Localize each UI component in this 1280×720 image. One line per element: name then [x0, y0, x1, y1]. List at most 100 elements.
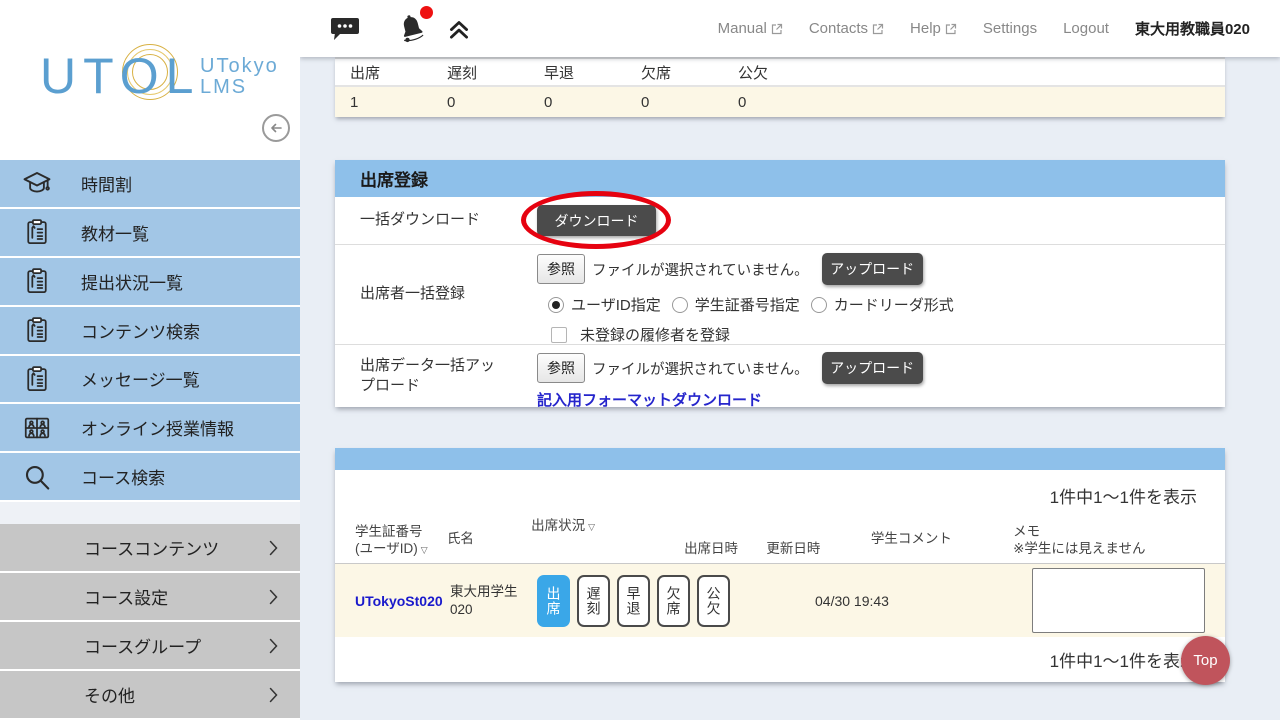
user-name: 東大用教職員020: [1134, 21, 1250, 38]
table-footer: 1件中1〜1件を表示: [335, 637, 1225, 682]
external-link-icon: [945, 23, 956, 34]
online-class-icon: [21, 412, 53, 444]
contacts-link[interactable]: Contacts: [809, 20, 884, 37]
radio-icon: [810, 296, 827, 313]
messages-icon[interactable]: [330, 16, 360, 42]
section-title: 出席登録: [335, 160, 1225, 197]
student-attendance-table: 1件中1〜1件を表示 学生証番号 (ユーザID) ▽ 氏名 出席状況 ▽ 出席日時 …: [335, 448, 1225, 682]
student-name: 東大用学生020: [450, 583, 518, 617]
summary-value: 0: [544, 93, 553, 111]
summary-value-row: 1 0 0 0 0: [335, 87, 1225, 117]
sidebar: UTOL UTokyo LMS 時間割 教材一覧 提出状況一覧 コンテンツ検索 …: [0, 0, 300, 720]
logout-link-label: Logout: [1063, 20, 1109, 37]
chevron-right-icon: [269, 638, 278, 654]
manual-link[interactable]: Manual: [718, 20, 783, 37]
summary-value: 1: [350, 93, 359, 111]
scroll-to-top-button[interactable]: Top: [1181, 636, 1230, 685]
radio-user-id[interactable]: ユーザID指定: [548, 294, 661, 315]
help-link-label: Help: [910, 20, 941, 37]
sidebar-item-course-search[interactable]: コース検索: [0, 453, 300, 503]
sidebar-collapse-button[interactable]: [262, 114, 290, 142]
sidebar-item-online-class-info[interactable]: オンライン授業情報: [0, 404, 300, 454]
column-header-update-time: 更新日時: [766, 541, 821, 557]
topbar: Manual Contacts Help Settings Logout 東大用…: [300, 0, 1280, 57]
upload-button[interactable]: アップロード: [821, 352, 923, 384]
collapse-topbar-icon[interactable]: [446, 16, 472, 42]
upload-button[interactable]: アップロード: [821, 253, 923, 285]
column-header-memo: メモ ※学生には見えません: [1013, 523, 1146, 557]
browse-file-button[interactable]: 参照: [537, 353, 585, 383]
logout-link[interactable]: Logout: [1063, 20, 1109, 37]
result-count: 1件中1〜1件を表示: [1049, 488, 1197, 507]
sidebar-item-label: コースグループ: [84, 638, 202, 658]
sort-icon: ▽: [588, 522, 596, 533]
sidebar-divider: [0, 502, 300, 525]
summary-value: 0: [447, 93, 456, 111]
download-button[interactable]: ダウンロード: [537, 205, 656, 236]
radio-icon: [548, 296, 564, 313]
logo-area: UTOL UTokyo LMS: [0, 0, 300, 160]
graduation-cap-icon: [21, 167, 53, 199]
column-header-attend-time: 出席日時: [684, 541, 739, 557]
notifications-icon[interactable]: [394, 5, 433, 47]
format-download-link[interactable]: 記入用フォーマットダウンロード: [537, 389, 923, 410]
attendance-data-upload-row: 出席データ一括アップロード 参照 ファイルが選択されていません。 アップロード …: [335, 345, 1225, 410]
help-link[interactable]: Help: [910, 20, 957, 37]
table-title-bar: [335, 448, 1225, 470]
result-count: 1件中1〜1件を表示: [1049, 652, 1197, 671]
summary-header: 遅刻: [447, 64, 478, 82]
summary-header: 早退: [544, 64, 575, 82]
status-excused-button[interactable]: 公欠: [697, 575, 730, 627]
register-mode-radios: ユーザID指定 学生証番号指定 カードリーダ形式: [537, 294, 954, 315]
summary-header: 公欠: [738, 64, 769, 82]
main-area: Manual Contacts Help Settings Logout 東大用…: [300, 0, 1280, 720]
radio-icon: [671, 296, 688, 313]
update-time: 04/30 19:43: [815, 592, 889, 609]
sidebar-item-submission-status[interactable]: 提出状況一覧: [0, 257, 300, 307]
chevron-right-icon: [269, 540, 278, 556]
no-file-selected-text: ファイルが選択されていません。: [592, 361, 809, 378]
attendance-registration-card: 出席登録 一括ダウンロード ダウンロード 出席者一括登録 参照 ファイルが選択さ…: [335, 160, 1225, 410]
radio-label: 学生証番号指定: [694, 297, 800, 314]
register-unenrolled-checkbox[interactable]: [551, 326, 567, 343]
sidebar-item-label: コース設定: [84, 589, 169, 609]
table-row: UTokyoSt020 東大用学生020 出席 遅刻 早退 欠席 公欠 04/3…: [335, 563, 1225, 637]
logo-title: UTOL: [40, 48, 201, 104]
status-early-leave-button[interactable]: 早退: [617, 575, 650, 627]
sidebar-item-materials[interactable]: 教材一覧: [0, 208, 300, 258]
column-header-status[interactable]: 出席状況 ▽: [531, 517, 684, 540]
summary-value: 0: [738, 93, 747, 111]
radio-student-number[interactable]: 学生証番号指定: [671, 294, 800, 315]
sidebar-item-label: その他: [84, 687, 135, 707]
clipboard-icon: [21, 363, 53, 395]
status-absent-button[interactable]: 欠席: [657, 575, 690, 627]
sidebar-item-label: 教材一覧: [81, 224, 149, 244]
sidebar-item-label: メッセージ一覧: [81, 371, 200, 391]
radio-card-reader[interactable]: カードリーダ形式: [810, 294, 954, 315]
column-header-comment: 学生コメント: [870, 531, 952, 547]
clipboard-icon: [21, 216, 53, 248]
status-late-button[interactable]: 遅刻: [577, 575, 610, 627]
memo-textarea[interactable]: [1032, 568, 1205, 633]
student-id-link[interactable]: UTokyoSt020: [355, 564, 450, 637]
chevron-right-icon: [269, 687, 278, 703]
logo-subtitle: UTokyo LMS: [200, 55, 279, 98]
settings-link[interactable]: Settings: [983, 20, 1037, 37]
sidebar-item-timetable[interactable]: 時間割: [0, 159, 300, 209]
sidebar-item-course-settings[interactable]: コース設定: [0, 573, 300, 623]
summary-value: 0: [641, 93, 650, 111]
column-header-name: 氏名: [446, 531, 474, 547]
sidebar-item-label: コースコンテンツ: [84, 540, 220, 560]
table-header: 1件中1〜1件を表示 学生証番号 (ユーザID) ▽ 氏名 出席状況 ▽ 出席日時 …: [335, 470, 1225, 563]
clipboard-icon: [21, 265, 53, 297]
sidebar-item-label: コンテンツ検索: [81, 322, 200, 342]
status-present-button[interactable]: 出席: [537, 575, 570, 627]
column-header-student-id[interactable]: 学生証番号 (ユーザID) ▽: [355, 523, 447, 563]
summary-header: 出席: [350, 64, 381, 82]
sidebar-item-content-search[interactable]: コンテンツ検索: [0, 306, 300, 356]
browse-file-button[interactable]: 参照: [537, 254, 585, 284]
sidebar-item-course-contents[interactable]: コースコンテンツ: [0, 524, 300, 574]
sidebar-item-others[interactable]: その他: [0, 671, 300, 720]
sidebar-item-course-group[interactable]: コースグループ: [0, 622, 300, 672]
sidebar-item-messages[interactable]: メッセージ一覧: [0, 355, 300, 405]
